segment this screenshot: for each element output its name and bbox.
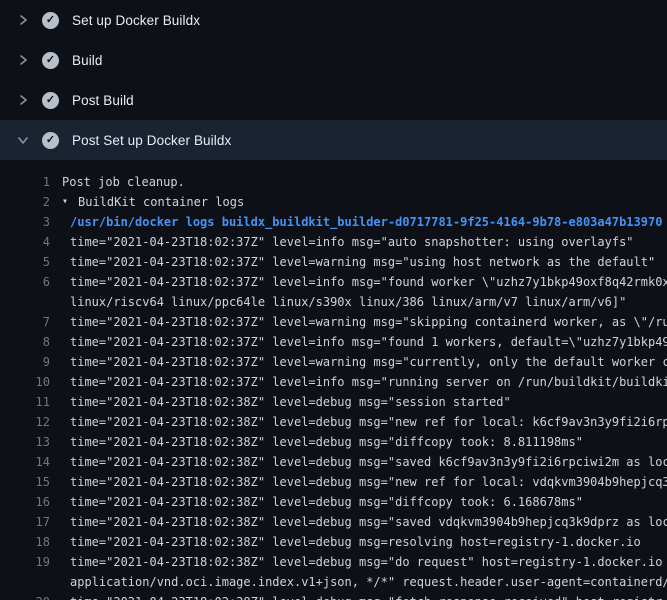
chevron-right-icon[interactable] <box>16 53 30 67</box>
line-number[interactable]: 2 <box>0 192 50 212</box>
step-label: Post Set up Docker Buildx <box>72 133 231 148</box>
log-line[interactable]: 18 ▾ time="2021-04-23T18:02:38Z" level=d… <box>0 532 667 552</box>
log-text: time="2021-04-23T18:02:37Z" level=warnin… <box>62 352 667 372</box>
line-number[interactable]: 19 <box>0 552 50 572</box>
log-text: /usr/bin/docker logs buildx_buildkit_bui… <box>62 212 662 232</box>
log-text: time="2021-04-23T18:02:38Z" level=debug … <box>62 492 583 512</box>
check-circle-icon: ✓ <box>42 92 59 109</box>
log-text: time="2021-04-23T18:02:37Z" level=info m… <box>62 272 667 312</box>
log-text: time="2021-04-23T18:02:38Z" level=debug … <box>62 412 667 432</box>
chevron-right-icon[interactable] <box>16 93 30 107</box>
line-number[interactable]: 4 <box>0 232 50 252</box>
log-text: time="2021-04-23T18:02:38Z" level=debug … <box>62 532 641 552</box>
step-header-set-up-docker-buildx[interactable]: ✓ Set up Docker Buildx <box>0 0 667 40</box>
log-text: time="2021-04-23T18:02:38Z" level=debug … <box>62 512 667 532</box>
log-text: time="2021-04-23T18:02:37Z" level=info m… <box>62 332 667 352</box>
line-number[interactable]: 9 <box>0 352 50 372</box>
log-line[interactable]: 13 ▾ time="2021-04-23T18:02:38Z" level=d… <box>0 432 667 452</box>
line-number[interactable]: 10 <box>0 372 50 392</box>
log-text: time="2021-04-23T18:02:37Z" level=warnin… <box>62 252 655 272</box>
log-line[interactable]: 20 ▾ time="2021-04-23T18:02:38Z" level=d… <box>0 592 667 600</box>
log-text: time="2021-04-23T18:02:38Z" level=debug … <box>62 552 667 592</box>
steps-panel: ✓ Set up Docker Buildx ✓ Build ✓ Post Bu… <box>0 0 667 160</box>
log-line[interactable]: 1 ▾ Post job cleanup. <box>0 172 667 192</box>
log-line[interactable]: 3 ▾ /usr/bin/docker logs buildx_buildkit… <box>0 212 667 232</box>
chevron-right-icon[interactable] <box>16 13 30 27</box>
log-line[interactable]: 4 ▾ time="2021-04-23T18:02:37Z" level=in… <box>0 232 667 252</box>
log-line[interactable]: 14 ▾ time="2021-04-23T18:02:38Z" level=d… <box>0 452 667 472</box>
log-line[interactable]: 19 ▾ time="2021-04-23T18:02:38Z" level=d… <box>0 552 667 592</box>
group-caret-icon[interactable]: ▾ <box>62 192 78 212</box>
step-label: Build <box>72 53 103 68</box>
chevron-down-icon[interactable] <box>16 133 30 147</box>
log-text: time="2021-04-23T18:02:38Z" level=debug … <box>62 452 667 472</box>
check-circle-icon: ✓ <box>42 132 59 149</box>
line-number[interactable]: 13 <box>0 432 50 452</box>
step-label: Set up Docker Buildx <box>72 13 200 28</box>
line-number[interactable]: 11 <box>0 392 50 412</box>
log-line[interactable]: 11 ▾ time="2021-04-23T18:02:38Z" level=d… <box>0 392 667 412</box>
log-line[interactable]: 9 ▾ time="2021-04-23T18:02:37Z" level=wa… <box>0 352 667 372</box>
log-line[interactable]: 8 ▾ time="2021-04-23T18:02:37Z" level=in… <box>0 332 667 352</box>
log-text: time="2021-04-23T18:02:37Z" level=warnin… <box>62 312 667 332</box>
log-line[interactable]: 16 ▾ time="2021-04-23T18:02:38Z" level=d… <box>0 492 667 512</box>
log-line[interactable]: 2 ▾ BuildKit container logs <box>0 192 667 212</box>
check-circle-icon: ✓ <box>42 52 59 69</box>
log-line[interactable]: 17 ▾ time="2021-04-23T18:02:38Z" level=d… <box>0 512 667 532</box>
actions-log-viewer: ✓ Set up Docker Buildx ✓ Build ✓ Post Bu… <box>0 0 667 600</box>
log-text: time="2021-04-23T18:02:38Z" level=debug … <box>62 592 662 600</box>
log-text: time="2021-04-23T18:02:38Z" level=debug … <box>62 472 667 492</box>
line-number[interactable]: 1 <box>0 172 50 192</box>
line-number[interactable]: 6 <box>0 272 50 292</box>
line-number[interactable]: 12 <box>0 412 50 432</box>
check-circle-icon: ✓ <box>42 12 59 29</box>
log-panel: 1 ▾ Post job cleanup. 2 ▾ BuildKit conta… <box>0 160 667 600</box>
log-line[interactable]: 12 ▾ time="2021-04-23T18:02:38Z" level=d… <box>0 412 667 432</box>
line-number[interactable]: 15 <box>0 472 50 492</box>
line-number[interactable]: 14 <box>0 452 50 472</box>
step-header-build[interactable]: ✓ Build <box>0 40 667 80</box>
log-line[interactable]: 6 ▾ time="2021-04-23T18:02:37Z" level=in… <box>0 272 667 312</box>
log-text: Post job cleanup. <box>62 172 185 192</box>
log-line[interactable]: 5 ▾ time="2021-04-23T18:02:37Z" level=wa… <box>0 252 667 272</box>
step-label: Post Build <box>72 93 134 108</box>
line-number[interactable]: 5 <box>0 252 50 272</box>
log-text: time="2021-04-23T18:02:38Z" level=debug … <box>62 432 583 452</box>
line-number[interactable]: 7 <box>0 312 50 332</box>
log-line[interactable]: 10 ▾ time="2021-04-23T18:02:37Z" level=i… <box>0 372 667 392</box>
log-line[interactable]: 7 ▾ time="2021-04-23T18:02:37Z" level=wa… <box>0 312 667 332</box>
log-text: time="2021-04-23T18:02:37Z" level=info m… <box>62 232 634 252</box>
line-number[interactable]: 20 <box>0 592 50 600</box>
line-number[interactable]: 3 <box>0 212 50 232</box>
log-text: time="2021-04-23T18:02:37Z" level=info m… <box>62 372 667 392</box>
log-text: BuildKit container logs <box>78 192 244 212</box>
step-header-post-set-up-docker-buildx[interactable]: ✓ Post Set up Docker Buildx <box>0 120 667 160</box>
line-number[interactable]: 17 <box>0 512 50 532</box>
log-text: time="2021-04-23T18:02:38Z" level=debug … <box>62 392 511 412</box>
line-number[interactable]: 16 <box>0 492 50 512</box>
line-number[interactable]: 8 <box>0 332 50 352</box>
log-line[interactable]: 15 ▾ time="2021-04-23T18:02:38Z" level=d… <box>0 472 667 492</box>
line-number[interactable]: 18 <box>0 532 50 552</box>
step-header-post-build[interactable]: ✓ Post Build <box>0 80 667 120</box>
